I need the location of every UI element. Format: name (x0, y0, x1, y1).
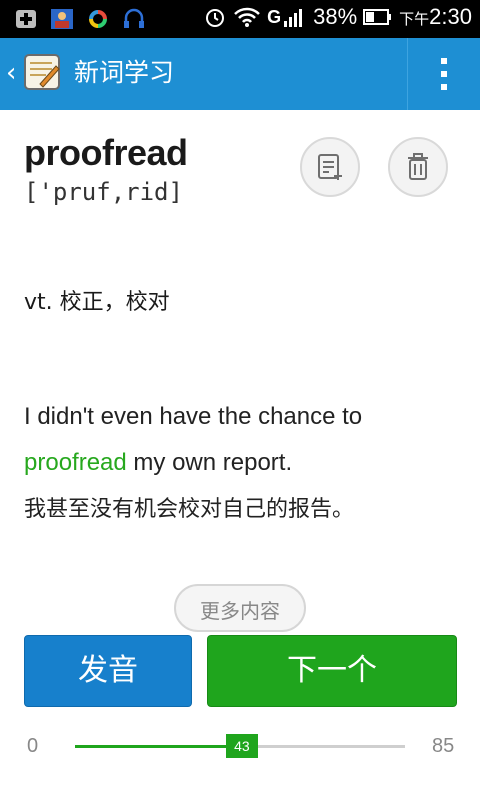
progress-max-label: 85 (432, 735, 455, 757)
page-title: 新词学习 (74, 58, 175, 87)
status-bar: G 38% 下午2:30 (0, 0, 480, 38)
signal-icon (284, 9, 303, 27)
progress-min-label: 0 (27, 735, 39, 757)
progress-slider[interactable]: 43 (75, 734, 405, 758)
example-text-after: my own report. (126, 449, 293, 476)
back-chevron-icon[interactable]: ‹ (6, 60, 16, 86)
add-icon (16, 10, 36, 28)
notebook-app-icon[interactable] (22, 52, 62, 92)
definition: vt. 校正，校对 (24, 290, 170, 315)
example-translation: 我甚至没有机会校对自己的报告。 (24, 497, 355, 522)
phonetic: ['pruf,rid] (24, 178, 183, 206)
add-to-notebook-button[interactable] (300, 137, 360, 197)
clock: 下午2:30 (399, 4, 472, 30)
more-content-button[interactable]: 更多内容 (174, 584, 306, 632)
battery-percent: 38% (313, 4, 358, 29)
headword: proofread (24, 132, 188, 173)
clock-period: 下午 (399, 11, 430, 28)
progress-fill (75, 745, 242, 748)
headset-icon (124, 8, 144, 28)
app-bar-divider (407, 38, 408, 110)
alarm-icon (206, 9, 225, 27)
overflow-menu-icon[interactable] (432, 58, 456, 90)
status-bar-notifications (14, 8, 146, 30)
progress-thumb[interactable]: 43 (225, 734, 258, 758)
example-sentence: I didn't even have the chance to proofre… (24, 394, 464, 533)
contacts-app-icon (51, 9, 73, 29)
battery-icon (363, 9, 392, 25)
example-text-before: I didn't even have the chance to (24, 403, 363, 430)
add-to-notebook-icon (318, 154, 342, 180)
sync-app-icon (89, 10, 107, 28)
pronounce-button[interactable]: 发音 (24, 635, 192, 707)
clock-time: 2:30 (429, 4, 472, 29)
trash-icon (408, 153, 428, 180)
app-bar: ‹ 新词学习 (0, 38, 480, 110)
status-bar-system: G 38% 下午2:30 (203, 4, 472, 30)
network-type-label: G (267, 6, 282, 27)
example-highlight: proofread (24, 449, 127, 476)
wifi-icon (234, 7, 260, 27)
delete-button[interactable] (388, 137, 448, 197)
next-button[interactable]: 下一个 (207, 635, 457, 707)
